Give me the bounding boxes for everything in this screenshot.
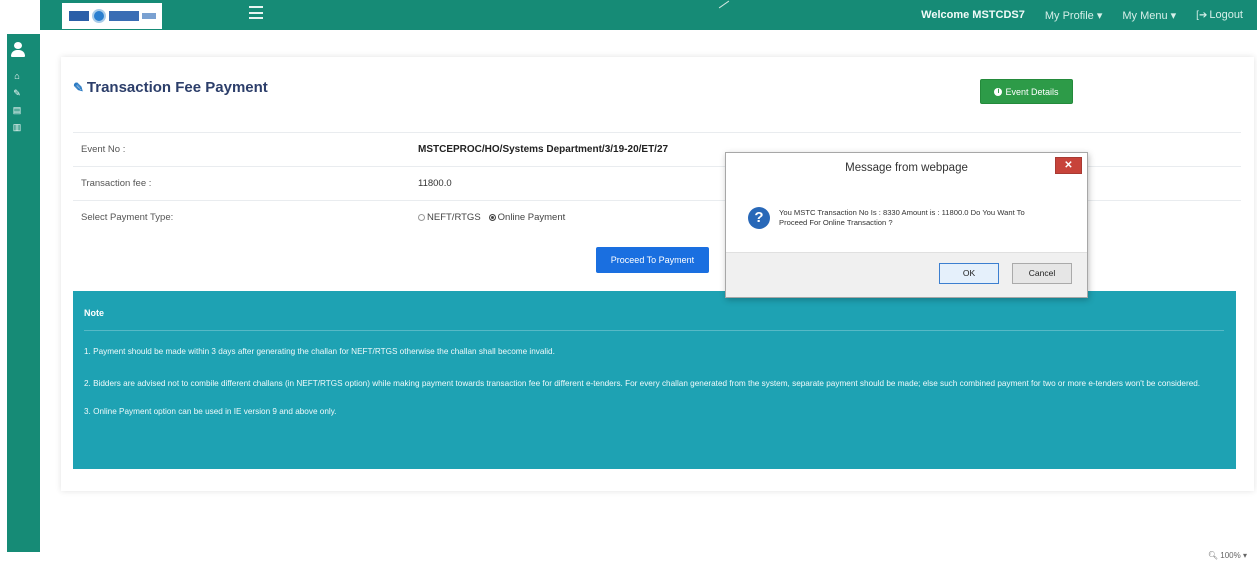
my-menu-dropdown[interactable]: My Menu ▾ [1122,9,1176,22]
page-title: ✎ Transaction Fee Payment [73,79,268,96]
wrench-icon: ✎ [73,79,84,95]
top-navbar: Welcome MSTCDS7 My Profile ▾ My Menu ▾ [… [40,0,1257,30]
dialog-body: ? You MSTC Transaction No Is : 8330 Amou… [726,184,1087,252]
document-icon[interactable]: ▤ [10,105,24,116]
logout-label: Logout [1209,9,1243,21]
payment-type-radio-group: NEFT/RTGS Online Payment [418,212,565,223]
radio-unchecked-icon [418,214,425,221]
mstc-logo[interactable] [62,3,162,29]
question-icon: ? [748,207,770,229]
wrench-icon[interactable]: ✎ [10,88,24,99]
info-icon: i [994,87,1003,96]
fee-label: Transaction fee : [81,178,152,189]
home-icon[interactable]: ⌂ [10,71,24,81]
neft-rtgs-label: NEFT/RTGS [427,212,481,223]
note-box: Note 1. Payment should be made within 3 … [73,291,1236,469]
welcome-text: Welcome MSTCDS7 [921,9,1025,21]
cancel-button[interactable]: Cancel [1012,263,1072,284]
payment-type-label: Select Payment Type: [81,212,174,223]
note-item: 2. Bidders are advised not to combile di… [84,379,1201,388]
note-item: 3. Online Payment option can be used in … [84,407,337,416]
hamburger-menu-icon[interactable] [249,6,263,19]
note-item: 1. Payment should be made within 3 days … [84,347,555,356]
top-nav-links: Welcome MSTCDS7 My Profile ▾ My Menu ▾ [… [921,0,1243,30]
user-icon[interactable] [11,42,25,58]
zoom-level[interactable]: 🔍︎ 100% ▾ [1208,551,1247,560]
dialog-footer: OK Cancel [726,252,1087,297]
my-profile-menu[interactable]: My Profile ▾ [1045,9,1102,22]
message-dialog: Message from webpage ✕ ? You MSTC Transa… [725,152,1088,298]
zoom-icon: 🔍︎ [1207,551,1221,560]
online-payment-label: Online Payment [497,212,566,223]
event-details-label: Event Details [1005,86,1059,97]
radio-checked-icon [488,214,496,221]
logout-link[interactable]: [➔ Logout [1196,9,1243,21]
left-sidebar: ⌂ ✎ ▤ ▥ [7,34,40,552]
dialog-message: You MSTC Transaction No Is : 8330 Amount… [779,208,1025,227]
event-no-value: MSTCEPROC/HO/Systems Department/3/19-20/… [418,144,669,155]
online-payment-radio[interactable]: Online Payment [488,212,566,223]
zoom-value: 100% [1220,551,1241,560]
chart-icon[interactable]: ▥ [10,122,24,133]
page-title-text: Transaction Fee Payment [86,79,268,96]
event-details-button[interactable]: i Event Details [980,79,1073,104]
fee-value: 11800.0 [418,178,452,189]
note-title: Note [84,308,104,318]
close-icon[interactable]: ✕ [1055,157,1082,174]
dialog-title: Message from webpage [845,162,968,174]
logout-icon: [➔ [1196,10,1208,21]
divider [718,0,730,9]
neft-rtgs-radio[interactable]: NEFT/RTGS [418,212,481,223]
divider [84,330,1224,331]
proceed-to-payment-button[interactable]: Proceed To Payment [596,247,709,273]
event-no-label: Event No : [81,144,126,155]
ok-button[interactable]: OK [939,263,999,284]
